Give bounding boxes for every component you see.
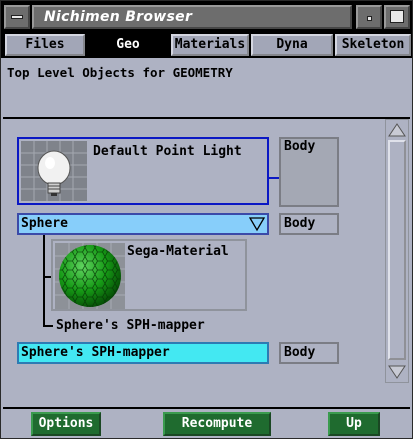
light-body-label: Body <box>284 139 316 154</box>
browser-window: Nichimen Browser Files Geo Materials Dyn… <box>0 0 413 439</box>
mapper-body-box[interactable]: Body <box>279 342 339 364</box>
scroll-down-icon[interactable] <box>388 364 406 380</box>
maximize-button[interactable] <box>384 5 410 29</box>
mapper-label: Sphere's SPH-mapper <box>21 345 170 360</box>
light-body-box[interactable]: Body <box>279 137 339 207</box>
up-button[interactable]: Up <box>328 412 380 436</box>
minimize-button[interactable] <box>356 5 382 29</box>
down-triangle-icon <box>249 217 265 232</box>
mapper-tree-label[interactable]: Sphere's SPH-mapper <box>56 318 205 333</box>
header-title: Top Level Objects for GEOMETRY <box>7 65 233 80</box>
title-bar: Nichimen Browser <box>1 1 412 32</box>
light-object-card[interactable]: Default Point Light <box>17 137 269 205</box>
sphere-dropdown[interactable]: Sphere <box>17 213 269 235</box>
green-sphere-icon <box>55 243 125 309</box>
mapper-body-label: Body <box>284 345 316 360</box>
scrollbar-thumb[interactable] <box>388 140 406 360</box>
sphere-label: Sphere <box>21 216 68 231</box>
light-label: Default Point Light <box>93 144 242 159</box>
tab-geo[interactable]: Geo <box>87 34 169 56</box>
tree-branch <box>43 276 51 278</box>
sphere-body-label: Body <box>284 216 316 231</box>
scroll-up-icon[interactable] <box>388 122 406 138</box>
button-bar: Options Recompute Up <box>3 407 410 438</box>
header-panel: Top Level Objects for GEOMETRY <box>3 59 410 119</box>
tab-files[interactable]: Files <box>5 34 85 56</box>
mapper-bar[interactable]: Sphere's SPH-mapper <box>17 342 269 364</box>
maximize-icon <box>390 10 404 23</box>
material-label: Sega-Material <box>127 244 229 259</box>
options-button[interactable]: Options <box>31 412 101 436</box>
tree-line <box>43 235 45 327</box>
sphere-body-box[interactable]: Body <box>279 213 339 235</box>
menu-bar-icon <box>11 15 23 19</box>
tree-branch <box>43 325 53 327</box>
material-card[interactable]: Sega-Material <box>51 239 247 311</box>
connector-line <box>269 177 279 179</box>
vertical-scrollbar[interactable] <box>385 119 409 383</box>
object-tree: Default Point Light Body Sphere Body Seg… <box>3 121 381 403</box>
window-menu-button[interactable] <box>4 5 30 29</box>
lightbulb-thumbnail <box>21 141 87 201</box>
tab-dyna[interactable]: Dyna <box>251 34 333 56</box>
tab-bar: Files Geo Materials Dyna Skeleton <box>1 32 412 58</box>
window-title: Nichimen Browser <box>44 9 193 25</box>
tab-skeleton[interactable]: Skeleton <box>335 34 411 56</box>
material-thumbnail <box>55 243 125 309</box>
recompute-button[interactable]: Recompute <box>163 412 271 436</box>
lightbulb-icon <box>21 141 87 201</box>
minimize-icon <box>367 16 372 21</box>
tab-materials[interactable]: Materials <box>171 34 249 56</box>
title-area[interactable]: Nichimen Browser <box>32 5 352 29</box>
